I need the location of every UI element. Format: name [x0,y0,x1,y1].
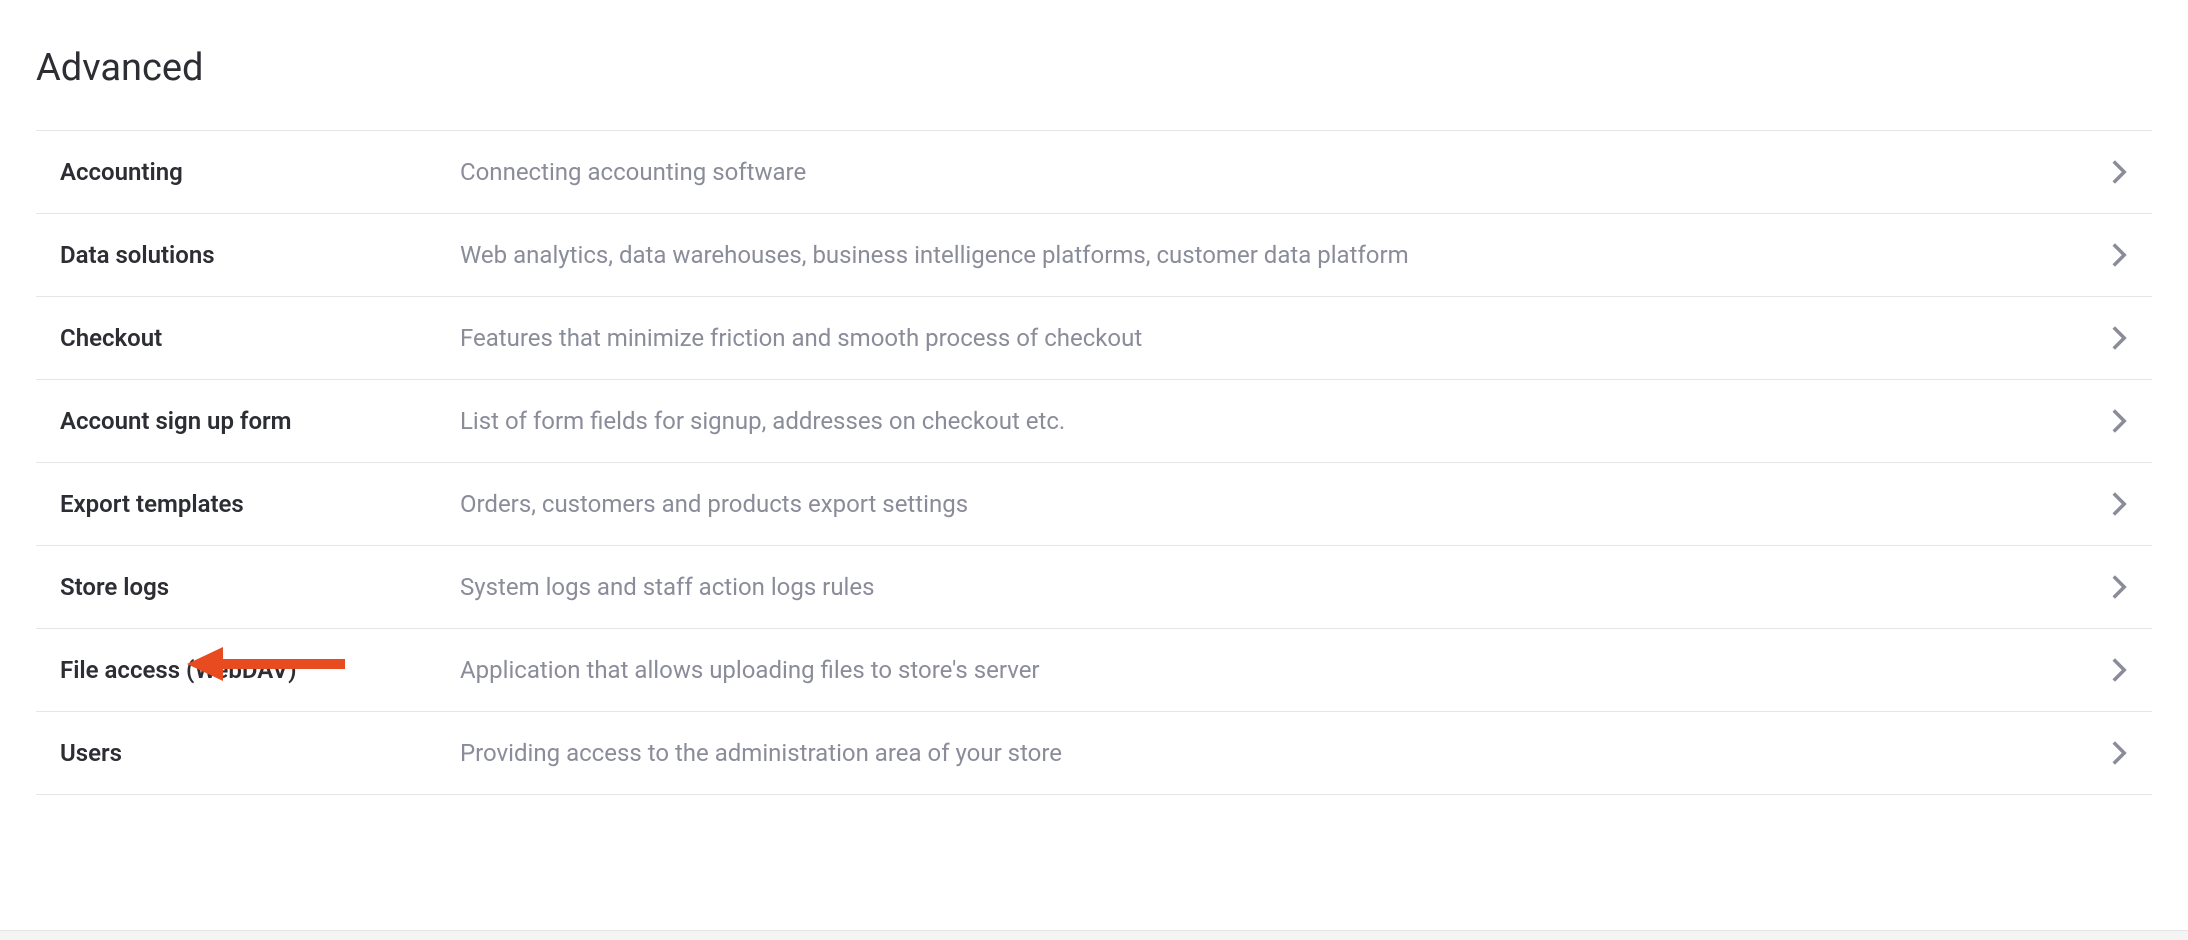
list-item-store-logs[interactable]: Store logs System logs and staff action … [36,545,2152,628]
list-item-desc: Web analytics, data warehouses, business… [460,241,2110,269]
list-item-data-solutions[interactable]: Data solutions Web analytics, data wareh… [36,213,2152,296]
list-item-label: Store logs [60,573,460,601]
list-item-desc: Providing access to the administration a… [460,739,2110,767]
chevron-right-icon [2110,490,2128,518]
list-item-checkout[interactable]: Checkout Features that minimize friction… [36,296,2152,379]
list-item-account-signup-form[interactable]: Account sign up form List of form fields… [36,379,2152,462]
list-item-label: Export templates [60,490,460,518]
list-item-desc: List of form fields for signup, addresse… [460,407,2110,435]
chevron-right-icon [2110,158,2128,186]
chevron-right-icon [2110,324,2128,352]
list-item-label: Account sign up form [60,407,460,435]
chevron-right-icon [2110,241,2128,269]
list-item-label: File access (WebDAV) [60,656,460,684]
list-item-label: Users [60,739,460,767]
chevron-right-icon [2110,739,2128,767]
list-item-export-templates[interactable]: Export templates Orders, customers and p… [36,462,2152,545]
list-item-desc: System logs and staff action logs rules [460,573,2110,601]
chevron-right-icon [2110,407,2128,435]
footer-bar [0,930,2188,940]
list-item-desc: Features that minimize friction and smoo… [460,324,2110,352]
chevron-right-icon [2110,573,2128,601]
list-item-label: Data solutions [60,241,460,269]
list-item-label: Accounting [60,158,460,186]
list-item-desc: Orders, customers and products export se… [460,490,2110,518]
list-item-users[interactable]: Users Providing access to the administra… [36,711,2152,794]
settings-list: Accounting Connecting accounting softwar… [36,130,2152,795]
list-item-label: Checkout [60,324,460,352]
page-title: Advanced [36,46,2152,90]
chevron-right-icon [2110,656,2128,684]
list-item-file-access-webdav[interactable]: File access (WebDAV) Application that al… [36,628,2152,711]
list-item-accounting[interactable]: Accounting Connecting accounting softwar… [36,130,2152,213]
list-item-desc: Application that allows uploading files … [460,656,2110,684]
list-item-desc: Connecting accounting software [460,158,2110,186]
